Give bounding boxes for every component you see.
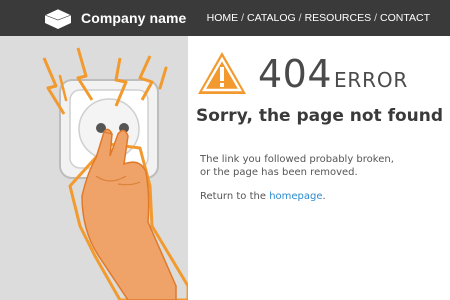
nav-separator: / (241, 12, 245, 24)
hexagon-logo-icon[interactable] (44, 8, 72, 30)
return-prefix: Return to the (200, 191, 266, 202)
hand-in-socket-graphic (42, 47, 188, 300)
nav-resources-link[interactable]: RESOURCES (305, 12, 372, 24)
top-navigation-bar: Company name HOME / CATALOG / RESOURCES … (0, 0, 450, 36)
nav-catalog-link[interactable]: CATALOG (247, 12, 296, 24)
return-suffix: . (322, 191, 326, 202)
error-title: Sorry, the page not found (196, 106, 444, 126)
nav-contact-link[interactable]: CONTACT (380, 12, 430, 24)
electric-shock-illustration (0, 36, 188, 300)
error-label: ERROR (334, 68, 409, 92)
warning-triangle-icon (198, 52, 246, 94)
return-text: Return to the homepage. (200, 191, 326, 202)
nav-separator: / (298, 12, 302, 24)
error-message: The link you followed probably broken, o… (200, 153, 440, 179)
error-message-line2: or the page has been removed. (200, 167, 358, 178)
homepage-link[interactable]: homepage (269, 191, 322, 202)
brand-name[interactable]: Company name (81, 10, 186, 26)
nav-home-link[interactable]: HOME (207, 12, 239, 24)
error-message-line1: The link you followed probably broken, (200, 154, 394, 165)
error-content: 404 ERROR Sorry, the page not found The … (188, 36, 450, 300)
main-nav: HOME / CATALOG / RESOURCES / CONTACT (207, 12, 430, 24)
nav-separator: / (374, 12, 378, 24)
error-code: 404 (258, 52, 333, 96)
